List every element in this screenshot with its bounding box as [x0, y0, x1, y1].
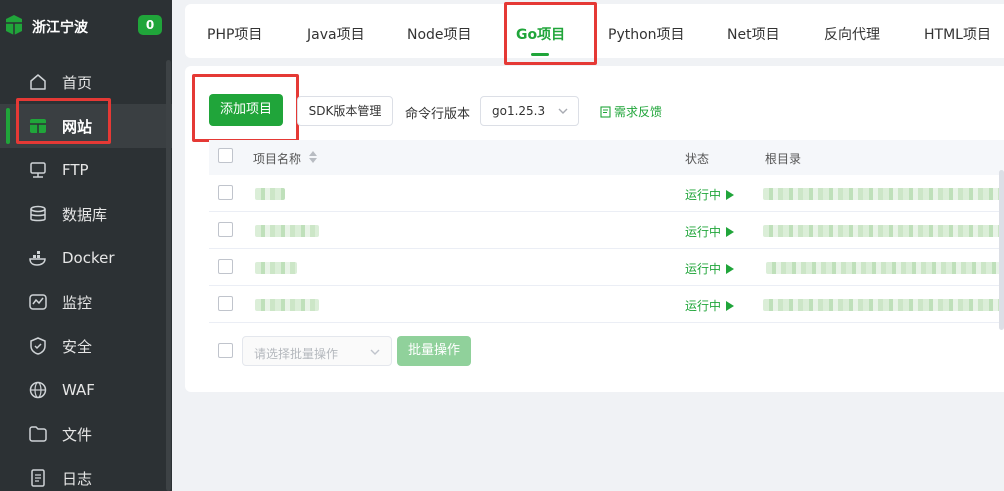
- sidebar-item-label: 日志: [62, 469, 93, 488]
- batch-action-select[interactable]: 请选择批量操作: [242, 336, 392, 366]
- table-header: [209, 140, 1004, 175]
- sidebar-item-label: 安全: [62, 337, 93, 356]
- sidebar-item-monitor[interactable]: 监控: [0, 280, 172, 324]
- tab-php[interactable]: PHP项目: [207, 24, 262, 44]
- sidebar-item-label: 文件: [62, 425, 93, 444]
- docker-icon: [28, 248, 48, 268]
- play-icon: [726, 263, 735, 274]
- root-path-redacted[interactable]: [763, 225, 1004, 237]
- row-checkbox[interactable]: [218, 222, 233, 237]
- project-tabs: PHP项目 Java项目 Node项目 Go项目 Python项目 Net项目 …: [185, 4, 1004, 58]
- waf-icon: [28, 380, 48, 400]
- sidebar-item-label: 监控: [62, 293, 93, 312]
- root-path-redacted[interactable]: [763, 299, 1004, 311]
- play-icon: [726, 189, 735, 200]
- database-icon: [28, 204, 48, 224]
- batch-action-button[interactable]: 批量操作: [397, 336, 471, 366]
- sidebar-item-database[interactable]: 数据库: [0, 192, 172, 236]
- sidebar-item-logs[interactable]: 日志: [0, 456, 172, 491]
- brand-header: 浙江宁波 0: [0, 0, 172, 52]
- feedback-label: 需求反馈: [614, 105, 663, 119]
- status-running[interactable]: 运行中: [685, 260, 735, 277]
- status-running[interactable]: 运行中: [685, 223, 735, 240]
- status-running[interactable]: 运行中: [685, 186, 735, 203]
- sidebar-item-label: 数据库: [62, 205, 108, 224]
- project-name-redacted[interactable]: [255, 188, 285, 200]
- tab-go[interactable]: Go项目: [516, 24, 565, 44]
- sidebar: 浙江宁波 0 首页 网站 FTP 数据库 Docker 监控 安全 WAF 文件…: [0, 0, 172, 491]
- cli-version-select[interactable]: go1.25.3: [480, 96, 579, 126]
- website-icon: [28, 116, 48, 136]
- sidebar-item-label: FTP: [62, 161, 89, 179]
- log-icon: [28, 468, 48, 488]
- tab-net[interactable]: Net项目: [727, 24, 780, 44]
- sidebar-item-files[interactable]: 文件: [0, 412, 172, 456]
- play-icon: [726, 226, 735, 237]
- shield-icon: [28, 336, 48, 356]
- chevron-down-icon: [370, 349, 380, 355]
- monitor-icon: [28, 292, 48, 312]
- sidebar-item-waf[interactable]: WAF: [0, 368, 172, 412]
- chevron-down-icon: [558, 108, 568, 114]
- tab-html[interactable]: HTML项目: [924, 24, 991, 44]
- project-name-redacted[interactable]: [255, 225, 319, 237]
- batch-select-all-checkbox[interactable]: [218, 343, 233, 358]
- cli-version-value: go1.25.3: [492, 104, 546, 118]
- sidebar-item-label: Docker: [62, 249, 115, 267]
- sidebar-item-ftp[interactable]: FTP: [0, 148, 172, 192]
- sidebar-item-security[interactable]: 安全: [0, 324, 172, 368]
- row-checkbox[interactable]: [218, 259, 233, 274]
- column-header-root: 根目录: [765, 152, 802, 166]
- cli-version-label: 命令行版本: [405, 107, 471, 122]
- notification-badge[interactable]: 0: [138, 15, 162, 35]
- tab-java[interactable]: Java项目: [307, 24, 365, 44]
- edit-icon: [600, 105, 611, 118]
- play-icon: [726, 300, 735, 311]
- table-scrollbar[interactable]: [999, 170, 1004, 330]
- status-running[interactable]: 运行中: [685, 297, 735, 314]
- batch-action-placeholder: 请选择批量操作: [254, 347, 339, 361]
- sidebar-item-home[interactable]: 首页: [0, 60, 172, 104]
- sort-icon[interactable]: [308, 150, 318, 164]
- sidebar-item-docker[interactable]: Docker: [0, 236, 172, 280]
- row-checkbox[interactable]: [218, 185, 233, 200]
- sidebar-item-label: WAF: [62, 381, 95, 399]
- column-header-name[interactable]: 项目名称: [253, 150, 301, 167]
- sidebar-item-label: 首页: [62, 73, 93, 92]
- active-tab-indicator: [531, 53, 549, 56]
- add-project-button[interactable]: 添加项目: [209, 94, 283, 126]
- sidebar-item-website[interactable]: 网站: [0, 104, 172, 148]
- project-name-redacted[interactable]: [255, 262, 297, 274]
- status-text: 运行中: [685, 299, 722, 313]
- home-icon: [28, 72, 48, 92]
- sidebar-nav: 首页 网站 FTP 数据库 Docker 监控 安全 WAF 文件 日志: [0, 60, 172, 491]
- project-name-redacted[interactable]: [255, 299, 319, 311]
- row-checkbox[interactable]: [218, 296, 233, 311]
- server-name: 浙江宁波: [32, 20, 88, 36]
- status-text: 运行中: [685, 225, 722, 239]
- column-header-status: 状态: [685, 152, 710, 166]
- tab-node[interactable]: Node项目: [407, 24, 472, 44]
- tab-reverse-proxy[interactable]: 反向代理: [824, 24, 880, 44]
- tab-python[interactable]: Python项目: [608, 24, 685, 44]
- select-all-checkbox[interactable]: [218, 148, 233, 163]
- status-text: 运行中: [685, 188, 722, 202]
- feedback-link[interactable]: 需求反馈: [600, 103, 662, 120]
- sidebar-item-label: 网站: [62, 117, 93, 136]
- status-text: 运行中: [685, 262, 722, 276]
- folder-icon: [28, 424, 48, 444]
- logo-icon: [6, 15, 22, 35]
- sidebar-scrollbar[interactable]: [166, 60, 171, 491]
- sdk-version-button[interactable]: SDK版本管理: [297, 96, 393, 126]
- ftp-icon: [28, 160, 48, 180]
- root-path-redacted[interactable]: [766, 262, 1004, 274]
- root-path-redacted[interactable]: [763, 188, 1004, 200]
